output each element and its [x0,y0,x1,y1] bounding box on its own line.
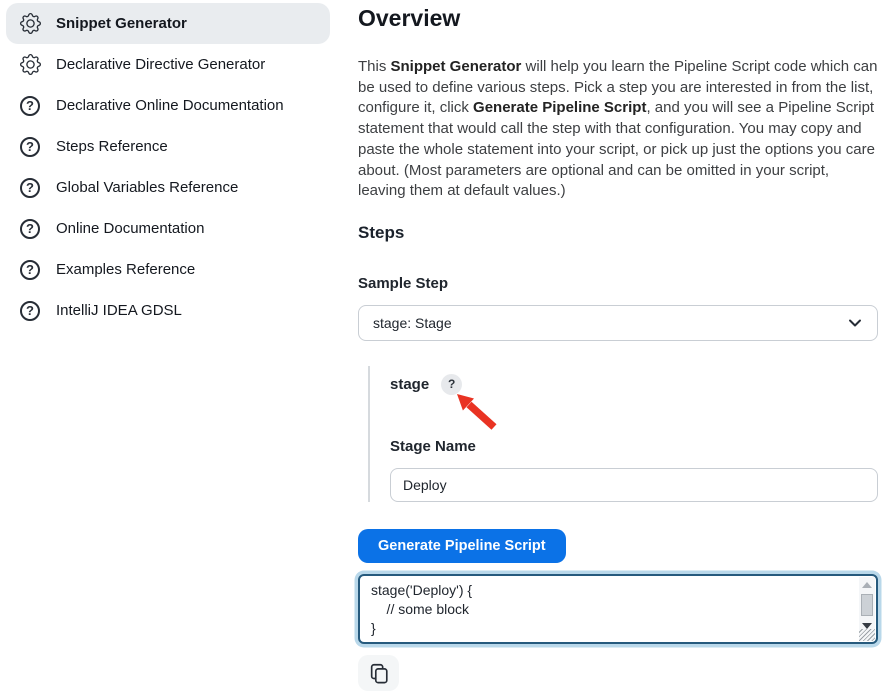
sidebar: Snippet Generator Declarative Directive … [6,3,330,331]
intro-paragraph: This Snippet Generator will help you lea… [358,57,878,202]
copy-button[interactable] [358,655,399,691]
stage-help-button[interactable]: ? [441,374,462,395]
sidebar-item-label: Examples Reference [56,261,195,278]
sidebar-item-label: Snippet Generator [56,15,187,32]
page-title: Overview [358,5,878,32]
stage-step-label: stage [390,376,429,393]
scroll-up-arrow-icon[interactable] [862,582,872,588]
intro-bold-snippet-generator: Snippet Generator [391,58,522,75]
help-circle-icon: ? [19,259,41,281]
pipeline-script-output[interactable]: stage('Deploy') { // some block } [358,574,878,644]
sidebar-item-label: Declarative Directive Generator [56,56,265,73]
resize-grip[interactable] [859,629,875,641]
red-annotation-arrow [454,391,498,431]
scrollbar[interactable] [859,577,875,629]
sample-step-select[interactable]: stage: Stage [358,305,878,341]
sample-step-label: Sample Step [358,275,878,292]
stage-name-label: Stage Name [390,438,878,455]
generate-pipeline-script-button[interactable]: Generate Pipeline Script [358,529,566,563]
sample-step-selected-value: stage: Stage [373,315,847,331]
copy-icon [368,662,390,684]
pipeline-script-code[interactable]: stage('Deploy') { // some block } [371,581,846,638]
gear-icon [19,54,41,76]
stage-step-config-section: stage ? Stage Name [368,366,878,502]
sidebar-item-label: Online Documentation [56,220,204,237]
main-content: Overview This Snippet Generator will hel… [358,0,878,691]
scrollbar-thumb[interactable] [861,594,873,616]
sidebar-item-label: Steps Reference [56,138,168,155]
help-circle-icon: ? [19,177,41,199]
steps-heading: Steps [358,223,878,243]
sidebar-item-snippet-generator[interactable]: Snippet Generator [6,3,330,44]
help-circle-icon: ? [19,136,41,158]
sidebar-item-label: Global Variables Reference [56,179,238,196]
help-circle-icon: ? [19,95,41,117]
gear-icon [19,13,41,35]
stage-name-input[interactable] [390,468,878,502]
sidebar-item-declarative-online-documentation[interactable]: ? Declarative Online Documentation [6,85,330,126]
sidebar-item-steps-reference[interactable]: ? Steps Reference [6,126,330,167]
sidebar-item-declarative-directive-generator[interactable]: Declarative Directive Generator [6,44,330,85]
sidebar-item-label: IntelliJ IDEA GDSL [56,302,182,319]
sidebar-item-online-documentation[interactable]: ? Online Documentation [6,208,330,249]
sidebar-item-global-variables-reference[interactable]: ? Global Variables Reference [6,167,330,208]
sidebar-item-intellij-idea-gdsl[interactable]: ? IntelliJ IDEA GDSL [6,290,330,331]
sidebar-item-examples-reference[interactable]: ? Examples Reference [6,249,330,290]
intro-bold-generate-pipeline-script: Generate Pipeline Script [473,99,646,116]
help-circle-icon: ? [19,218,41,240]
help-circle-icon: ? [19,300,41,322]
chevron-down-icon [847,315,863,331]
sidebar-item-label: Declarative Online Documentation [56,97,284,114]
